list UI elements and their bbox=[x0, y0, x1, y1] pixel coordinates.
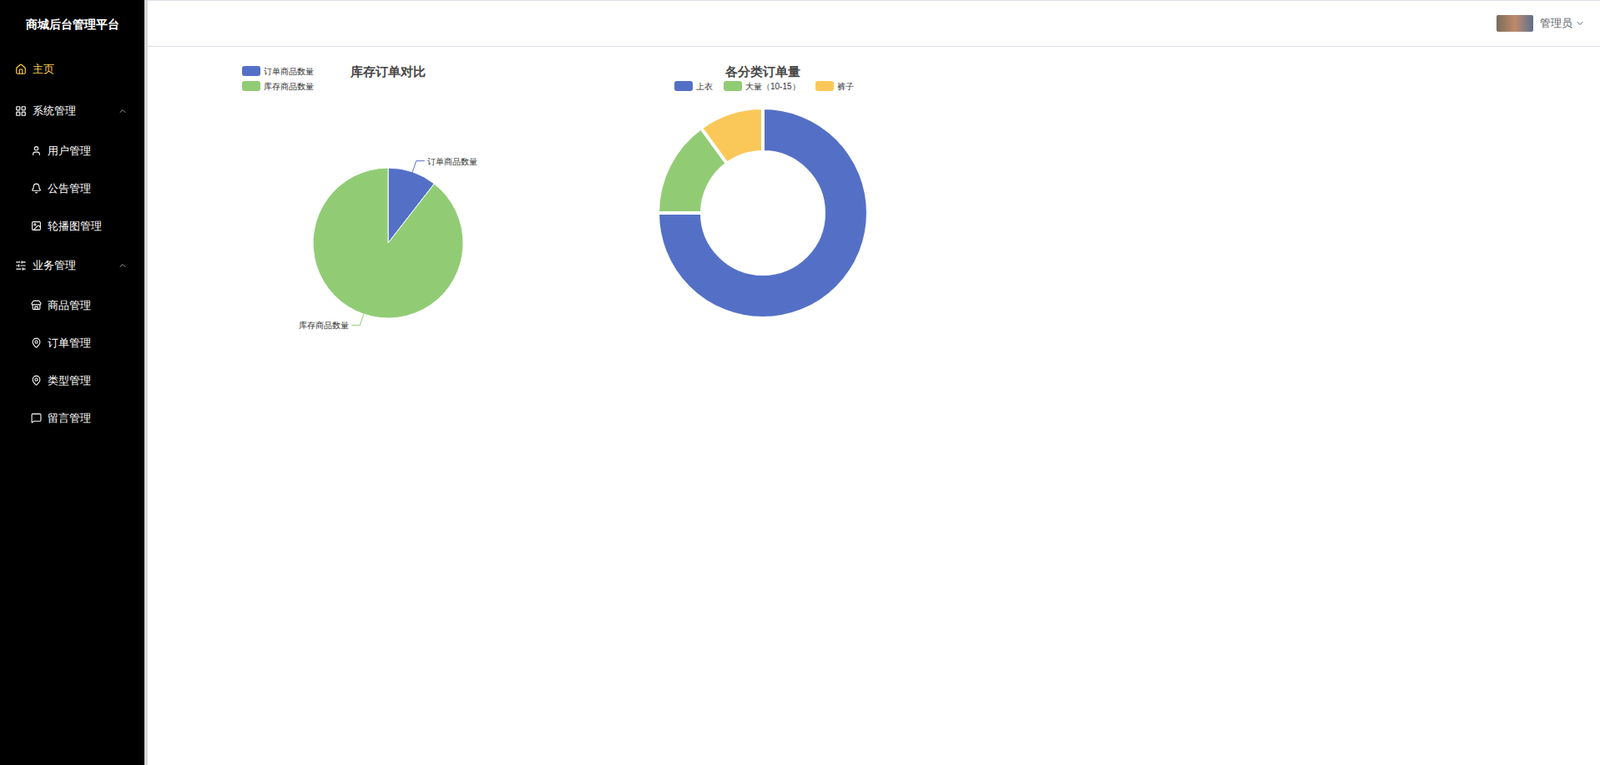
svg-text:大量（10-15）: 大量（10-15） bbox=[745, 81, 801, 91]
dashboard-charts: 库存订单对比订单商品数量库存商品数量订单商品数量库存商品数量各分类订单量上衣大量… bbox=[147, 46, 1600, 381]
menu-icon bbox=[30, 299, 42, 311]
chart-title: 各分类订单量 bbox=[724, 64, 801, 79]
menu-icon bbox=[15, 259, 27, 272]
app-title: 商城后台管理平台 bbox=[0, 0, 145, 49]
main: 管理员库存订单对比订单商品数量库存商品数量订单商品数量库存商品数量各分类订单量上… bbox=[147, 0, 1600, 765]
collapse-chevron-icon bbox=[117, 260, 128, 271]
sidebar-group[interactable]: 系统管理 bbox=[0, 90, 145, 132]
top-bar: 管理员 bbox=[147, 0, 1600, 47]
chart-title: 库存订单对比 bbox=[349, 64, 426, 79]
app: 商城后台管理平台主页系统管理用户管理公告管理轮播图管理业务管理商品管理订单管理类… bbox=[0, 0, 1600, 765]
menu-icon bbox=[30, 337, 42, 349]
legend-item[interactable]: 库存商品数量 bbox=[242, 80, 314, 91]
legend-item[interactable]: 订单商品数量 bbox=[242, 65, 314, 76]
menu-icon bbox=[15, 63, 27, 76]
sidebar: 商城后台管理平台主页系统管理用户管理公告管理轮播图管理业务管理商品管理订单管理类… bbox=[0, 0, 148, 765]
donut-segment[interactable] bbox=[657, 107, 869, 318]
donut-segment[interactable] bbox=[701, 107, 763, 164]
sidebar-item[interactable]: 公告管理 bbox=[0, 169, 145, 207]
legend-item[interactable]: 大量（10-15） bbox=[723, 80, 801, 91]
sidebar-item[interactable]: 订单管理 bbox=[0, 323, 145, 362]
svg-text:上衣: 上衣 bbox=[696, 81, 713, 91]
sidebar-item[interactable]: 商品管理 bbox=[0, 286, 145, 324]
svg-text:订单商品数量: 订单商品数量 bbox=[427, 156, 478, 167]
menu-icon bbox=[30, 145, 42, 157]
svg-text:库存商品数量: 库存商品数量 bbox=[263, 81, 314, 91]
user-avatar[interactable] bbox=[1496, 15, 1534, 32]
stock-order-pie-chart: 库存订单对比订单商品数量库存商品数量订单商品数量库存商品数量 bbox=[200, 46, 576, 381]
sidebar-item[interactable]: 主页 bbox=[0, 48, 145, 91]
sidebar-item[interactable]: 类型管理 bbox=[0, 361, 145, 399]
menu-icon bbox=[15, 105, 27, 117]
collapse-chevron-icon bbox=[117, 105, 128, 117]
svg-text:裤子: 裤子 bbox=[837, 81, 854, 91]
menu-icon bbox=[30, 412, 42, 424]
legend-item[interactable]: 裤子 bbox=[815, 80, 854, 91]
menu-icon bbox=[30, 220, 42, 232]
sidebar-item[interactable]: 留言管理 bbox=[0, 398, 145, 437]
category-order-donut-chart: 各分类订单量上衣 大量（10-15） 裤子 bbox=[575, 46, 952, 381]
svg-text:订单商品数量: 订单商品数量 bbox=[263, 66, 314, 76]
pie-slice[interactable]: 库存商品数量 bbox=[298, 167, 464, 330]
menu-icon bbox=[30, 374, 42, 386]
sidebar-item[interactable]: 用户管理 bbox=[0, 131, 145, 170]
legend-item[interactable]: 上衣 bbox=[674, 80, 713, 91]
sidebar-item[interactable]: 轮播图管理 bbox=[0, 206, 145, 245]
dropdown-chevron-icon bbox=[1574, 18, 1585, 29]
user-menu[interactable]: 管理员 bbox=[1539, 15, 1585, 32]
menu-icon bbox=[30, 182, 42, 194]
sidebar-group[interactable]: 业务管理 bbox=[0, 244, 145, 287]
svg-text:库存商品数量: 库存商品数量 bbox=[298, 320, 349, 330]
